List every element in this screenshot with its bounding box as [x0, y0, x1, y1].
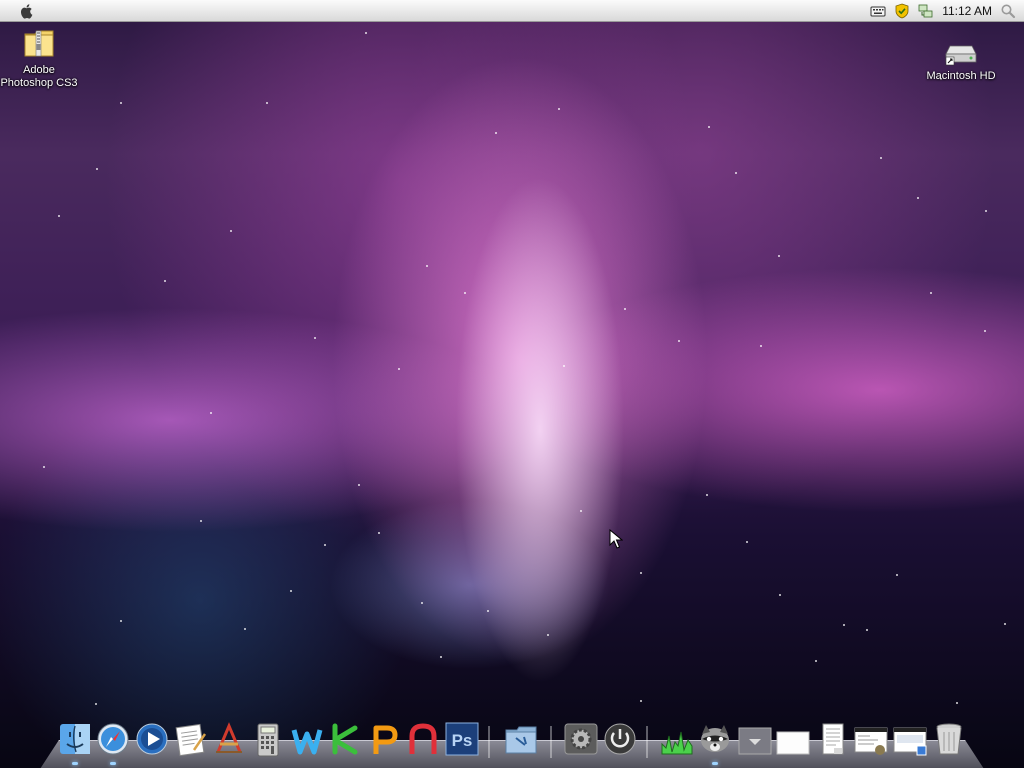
- star-decoration: [880, 157, 882, 159]
- star-decoration: [563, 365, 565, 367]
- excel-icon[interactable]: [328, 722, 362, 758]
- star-decoration: [640, 700, 642, 702]
- star-decoration: [314, 337, 316, 339]
- finder-icon[interactable]: [58, 722, 92, 758]
- star-decoration: [580, 510, 582, 512]
- star-decoration: [358, 484, 360, 486]
- window-thumbnail-icon[interactable]: [854, 722, 888, 758]
- hard-drive-icon: [944, 40, 978, 66]
- star-decoration: [378, 532, 380, 534]
- running-indicator: [110, 762, 116, 765]
- word-icon[interactable]: [290, 722, 324, 758]
- window-thumbnail-icon[interactable]: [893, 722, 927, 758]
- textedit-icon[interactable]: [174, 722, 208, 758]
- star-decoration: [760, 345, 762, 347]
- star-decoration: [843, 624, 845, 626]
- star-decoration: [200, 520, 202, 522]
- star-decoration: [421, 602, 423, 604]
- star-decoration: [547, 634, 549, 636]
- star-decoration: [866, 629, 868, 631]
- star-decoration: [43, 466, 45, 468]
- dock: Ps: [56, 722, 976, 765]
- app-store-icon[interactable]: [212, 722, 246, 758]
- star-decoration: [120, 620, 122, 622]
- raccoon-icon[interactable]: [698, 722, 732, 758]
- star-decoration: [956, 702, 958, 704]
- star-decoration: [230, 230, 232, 232]
- zip-folder-icon: [22, 26, 56, 60]
- star-decoration: [96, 168, 98, 170]
- trash-icon[interactable]: [932, 722, 966, 758]
- dock-separator: [550, 726, 552, 758]
- apple-icon[interactable]: [18, 2, 36, 20]
- star-decoration: [896, 574, 898, 576]
- desktop-icon-label: Macintosh HD: [926, 70, 996, 82]
- spotlight-search-icon[interactable]: [1000, 3, 1016, 19]
- keyboard-icon[interactable]: [870, 3, 886, 19]
- star-decoration: [678, 340, 680, 342]
- window-icon[interactable]: [776, 722, 810, 758]
- star-decoration: [487, 610, 489, 612]
- security-shield-icon[interactable]: [894, 3, 910, 19]
- star-decoration: [120, 102, 122, 104]
- star-decoration: [706, 494, 708, 496]
- dock-separator: [646, 726, 648, 758]
- svg-text:Ps: Ps: [452, 731, 473, 750]
- access-icon[interactable]: [406, 722, 440, 758]
- star-decoration: [440, 656, 442, 658]
- star-decoration: [708, 126, 710, 128]
- star-decoration: [266, 102, 268, 104]
- power-icon[interactable]: [603, 722, 637, 758]
- star-decoration: [930, 292, 932, 294]
- star-decoration: [558, 108, 560, 110]
- running-indicator: [72, 762, 78, 765]
- activity-monitor-icon[interactable]: [660, 722, 694, 758]
- powerpoint-icon[interactable]: [367, 722, 401, 758]
- star-decoration: [426, 265, 428, 267]
- menu-clock[interactable]: 11:12 AM: [942, 4, 992, 18]
- star-decoration: [164, 280, 166, 282]
- desktop-wallpaper[interactable]: [0, 0, 1024, 768]
- star-decoration: [624, 308, 626, 310]
- star-decoration: [290, 590, 292, 592]
- star-decoration: [244, 628, 246, 630]
- stack-icon[interactable]: [738, 722, 772, 758]
- star-decoration: [324, 544, 326, 546]
- desktop-icon-macintosh-hd[interactable]: Macintosh HD: [922, 40, 1000, 83]
- star-decoration: [1004, 623, 1006, 625]
- star-decoration: [778, 255, 780, 257]
- photoshop-icon[interactable]: Ps: [445, 722, 479, 758]
- star-decoration: [640, 572, 642, 574]
- star-decoration: [58, 215, 60, 217]
- star-decoration: [735, 172, 737, 174]
- star-decoration: [365, 32, 367, 34]
- mouse-cursor-icon: [609, 528, 624, 549]
- desktop-icon-label: Adobe Photoshop CS3: [0, 64, 78, 89]
- star-decoration: [917, 197, 919, 199]
- menu-bar: 11:12 AM: [0, 0, 1024, 22]
- star-decoration: [746, 541, 748, 543]
- play-icon[interactable]: [135, 722, 169, 758]
- running-indicator: [712, 762, 718, 765]
- star-decoration: [495, 132, 497, 134]
- star-decoration: [95, 703, 97, 705]
- star-decoration: [779, 594, 781, 596]
- safari-icon[interactable]: [96, 722, 130, 758]
- document-icon[interactable]: [816, 722, 850, 758]
- calculator-icon[interactable]: [251, 722, 285, 758]
- folder-icon[interactable]: [504, 722, 538, 758]
- star-decoration: [210, 412, 212, 414]
- star-decoration: [398, 368, 400, 370]
- star-decoration: [464, 292, 466, 294]
- network-icon[interactable]: [918, 3, 934, 19]
- desktop-icon-photoshop-cs3[interactable]: Adobe Photoshop CS3: [0, 26, 78, 90]
- star-decoration: [985, 210, 987, 212]
- dock-separator: [488, 726, 490, 758]
- gear-icon[interactable]: [564, 722, 598, 758]
- star-decoration: [984, 330, 986, 332]
- star-decoration: [815, 660, 817, 662]
